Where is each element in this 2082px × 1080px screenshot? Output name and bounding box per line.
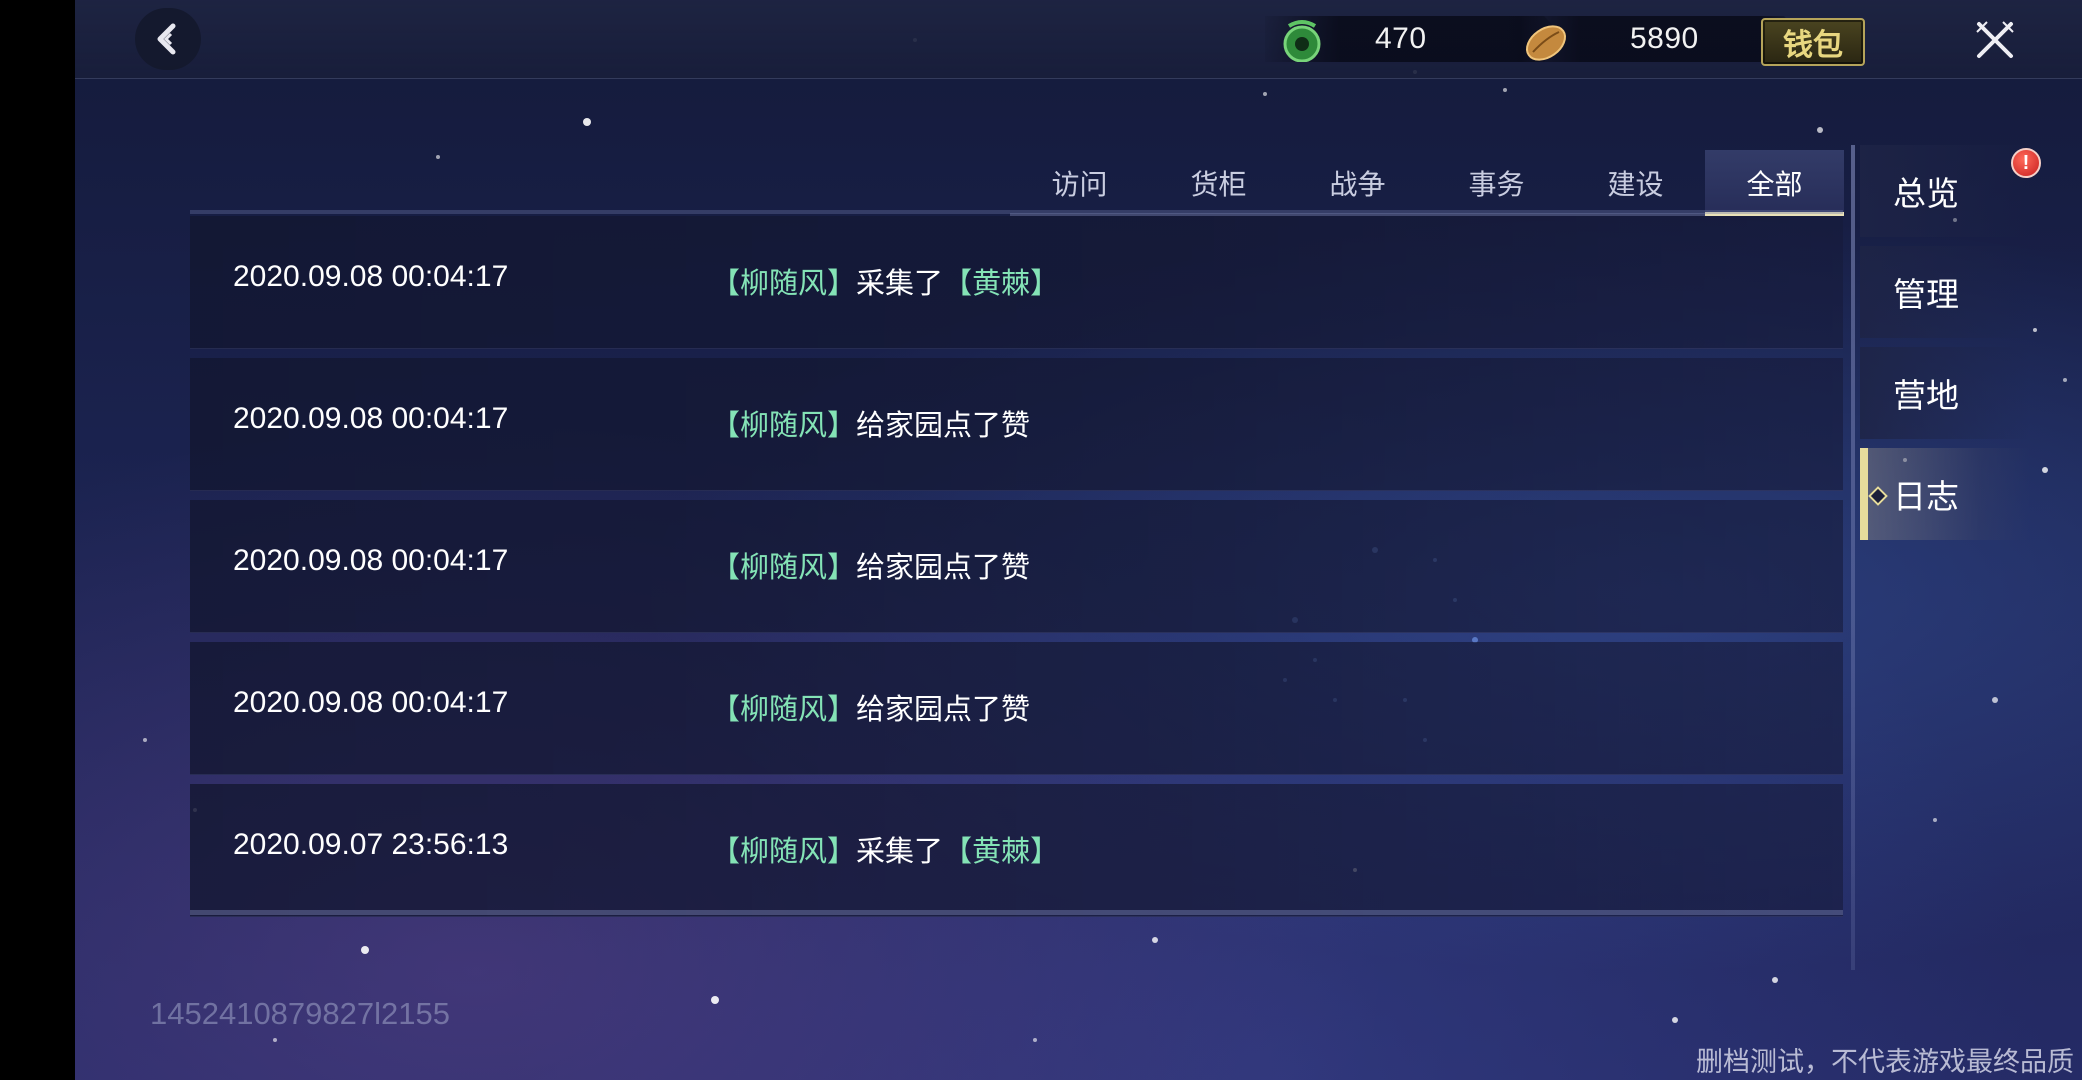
side-menu-divider [1851,145,1855,970]
player-name[interactable]: 柳随风 [740,694,827,726]
side-item-label: 管理 [1893,276,1959,313]
tab-cabinet[interactable]: 货柜 [1149,150,1288,216]
screen-left-border [0,0,75,1080]
side-item-label: 日志 [1893,478,1959,515]
jade-currency-value: 470 [1375,22,1427,55]
item-name: 黄棘 [972,268,1031,300]
log-message: 【柳随风】采集了【黄棘】 [711,836,1060,868]
tab-all[interactable]: 全部 [1705,150,1844,216]
log-action: 采集了 [856,836,944,868]
log-message: 【柳随风】给家园点了赞 [711,552,1031,584]
player-name[interactable]: 柳随风 [740,836,827,868]
notification-badge: ! [2011,148,2041,178]
wallet-button[interactable]: 钱包 [1761,18,1865,66]
log-timestamp: 2020.09.08 00:04:17 [233,260,509,293]
side-item-camp[interactable]: 营地 [1860,347,2030,439]
log-timestamp: 2020.09.08 00:04:17 [233,544,509,577]
panel-bottom-divider [190,910,1843,915]
crossed-swords-close-icon [1976,21,2014,58]
log-timestamp: 2020.09.07 23:56:13 [233,828,509,861]
log-row: 2020.09.08 00:04:17 【柳随风】采集了【黄棘】 [190,216,1843,349]
close-button[interactable] [1965,10,2025,70]
log-message: 【柳随风】给家园点了赞 [711,410,1031,442]
log-action: 给家园点了赞 [856,552,1031,584]
side-item-label: 总览 [1893,175,1959,212]
log-list[interactable]: 2020.09.08 00:04:17 【柳随风】采集了【黄棘】 2020.09… [190,216,1843,926]
log-row: 2020.09.07 23:56:13 【柳随风】采集了【黄棘】 [190,784,1843,917]
log-action: 采集了 [856,268,944,300]
tab-war[interactable]: 战争 [1288,150,1427,216]
log-message: 【柳随风】采集了【黄棘】 [711,268,1060,300]
tab-visit[interactable]: 访问 [1010,150,1149,216]
side-item-manage[interactable]: 管理 [1860,246,2030,338]
back-button[interactable] [135,8,201,70]
jade-coin-icon [1283,20,1321,62]
player-name[interactable]: 柳随风 [740,552,827,584]
game-scene: 470 5890 钱包 访问 货柜 战争 事务 建设 全部 2020.09.08… [75,0,2082,1080]
log-action: 给家园点了赞 [856,694,1031,726]
chevron-left-icon [157,23,176,55]
player-name[interactable]: 柳随风 [740,268,827,300]
seed-currency-display: 5890 [1505,16,1805,62]
log-row: 2020.09.08 00:04:17 【柳随风】给家园点了赞 [190,642,1843,775]
tab-affairs[interactable]: 事务 [1427,150,1566,216]
player-id-watermark: 1452410879827l2155 [150,996,450,1031]
log-timestamp: 2020.09.08 00:04:17 [233,686,509,719]
log-filter-tabs: 访问 货柜 战争 事务 建设 全部 [1010,150,1844,216]
test-disclaimer: 删档测试，不代表游戏最终品质 [1696,1047,2074,1077]
log-row: 2020.09.08 00:04:17 【柳随风】给家园点了赞 [190,500,1843,633]
top-bar: 470 5890 钱包 [75,0,2082,79]
side-item-log[interactable]: 日志 [1860,448,2030,540]
side-item-label: 营地 [1893,377,1959,414]
seed-currency-value: 5890 [1630,22,1699,55]
tab-construction[interactable]: 建设 [1566,150,1705,216]
seed-icon [1526,25,1566,61]
side-menu: 总览 管理 营地 日志 [1860,145,2030,549]
active-diamond-marker [1868,486,1888,506]
player-name[interactable]: 柳随风 [740,410,827,442]
log-row: 2020.09.08 00:04:17 【柳随风】给家园点了赞 [190,358,1843,491]
side-item-overview[interactable]: 总览 [1860,145,2030,237]
panel-top-divider [190,210,1843,214]
log-timestamp: 2020.09.08 00:04:17 [233,402,509,435]
log-action: 给家园点了赞 [856,410,1031,442]
item-name: 黄棘 [972,836,1031,868]
log-message: 【柳随风】给家园点了赞 [711,694,1031,726]
